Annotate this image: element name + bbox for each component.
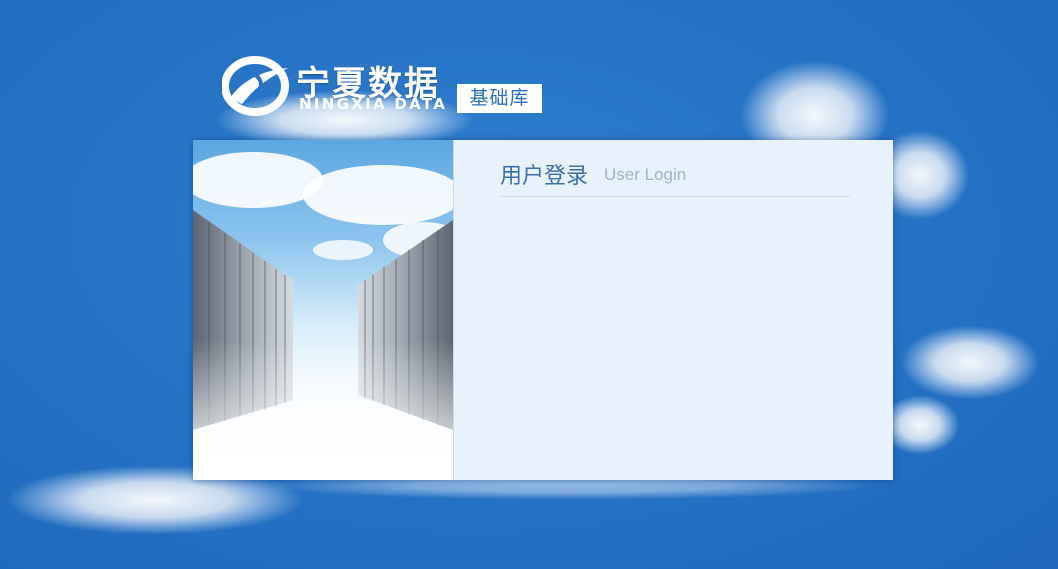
login-header: 用户登录 User Login [500,158,850,197]
logo-badge: 基础库 [457,84,542,113]
server-corridor-illustration [193,140,453,480]
cloud-decoration [900,325,1040,400]
panel-divider [453,140,454,480]
login-panel: 用户登录 User Login [193,140,893,480]
server-corridor-image [193,152,453,480]
logo-name-en: NINGXIA DATA [299,95,448,113]
ningxia-data-logo-icon [222,56,289,116]
login-subtitle: User Login [604,165,687,184]
login-title: 用户登录 [500,164,589,189]
site-logo: 宁夏数据 NINGXIA DATA 基础库 [222,52,552,122]
